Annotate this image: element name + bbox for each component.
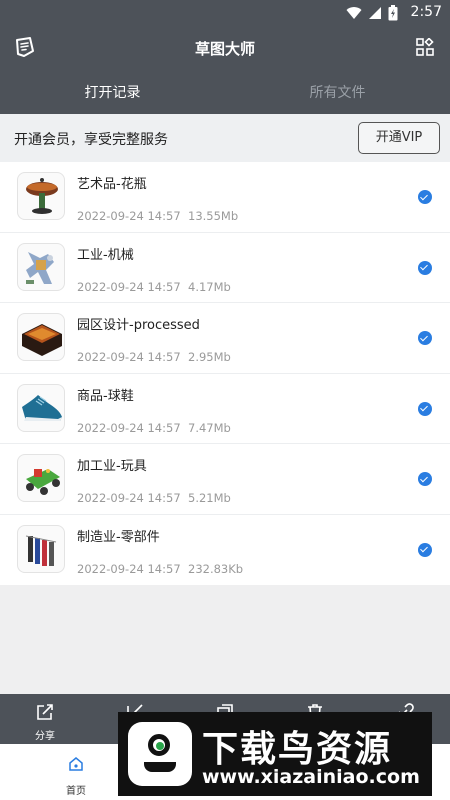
home-icon	[69, 757, 83, 771]
file-size: 2.95Mb	[188, 350, 231, 364]
file-list: 艺术品-花瓶 2022-09-24 14:57 13.55Mb 工业-机械 20…	[0, 162, 450, 585]
share-label: 分享	[35, 731, 55, 742]
grid-apps-icon[interactable]	[416, 37, 434, 60]
check-icon[interactable]	[418, 472, 432, 486]
vip-banner: 开通会员，享受完整服务 开通VIP	[0, 114, 450, 162]
check-icon[interactable]	[418, 542, 432, 557]
bird-logo-icon	[128, 722, 192, 786]
nav-home-label: 首页	[66, 786, 86, 797]
watermark-url: www.xiazainiao.com	[202, 766, 420, 788]
file-name: 制造业-零部件	[77, 529, 160, 545]
tab-open-records[interactable]: 打开记录	[0, 72, 225, 114]
file-date: 2022-09-24 14:57	[77, 561, 181, 576]
park-design-thumbnail	[17, 313, 65, 361]
toy-thumbnail	[17, 454, 65, 502]
check-icon[interactable]	[418, 401, 432, 416]
app-bar: 草图大师	[0, 26, 450, 72]
list-item[interactable]: 工业-机械 2022-09-24 14:57 4.17Mb	[0, 233, 450, 303]
share-icon	[37, 704, 53, 720]
watermark-overlay: 下载鸟资源 www.xiazainiao.com	[118, 712, 432, 796]
list-item[interactable]: 商品-球鞋 2022-09-24 14:57 7.47Mb	[0, 374, 450, 444]
file-size: 7.47Mb	[188, 420, 231, 435]
status-time: 2:57	[410, 4, 442, 20]
list-item[interactable]: 园区设计-processed 2022-09-24 14:57 2.95Mb	[0, 303, 450, 374]
vip-message: 开通会员，享受完整服务	[14, 132, 168, 148]
list-item[interactable]: 制造业-零部件 2022-09-24 14:57 232.83Kb	[0, 515, 450, 586]
app-title: 草图大师	[194, 40, 255, 58]
status-icons	[346, 5, 398, 21]
file-size: 5.21Mb	[188, 491, 231, 505]
file-size: 13.55Mb	[188, 209, 239, 223]
tab-all-files[interactable]: 所有文件	[225, 72, 450, 114]
wifi-icon	[346, 7, 362, 20]
file-date: 2022-09-24 14:57	[77, 491, 181, 505]
open-vip-button[interactable]: 开通VIP	[358, 122, 440, 154]
check-icon[interactable]	[418, 190, 432, 204]
file-date: 2022-09-24 14:57	[77, 279, 181, 294]
nav-home[interactable]: 首页	[46, 752, 106, 797]
battery-charging-icon	[388, 5, 398, 21]
watermark-title: 下载鸟资源	[202, 729, 393, 770]
file-name: 加工业-玩具	[77, 459, 147, 474]
file-name: 艺术品-花瓶	[77, 177, 147, 192]
sneaker-thumbnail	[17, 383, 65, 432]
machine-thumbnail	[17, 242, 65, 291]
check-icon[interactable]	[418, 260, 432, 275]
status-bar: 2:57	[0, 0, 450, 26]
tab-bar: 打开记录 所有文件	[0, 72, 450, 114]
file-date: 2022-09-24 14:57	[77, 209, 181, 223]
share-button[interactable]: 分享	[15, 694, 75, 744]
signal-icon	[369, 7, 381, 19]
list-item[interactable]: 加工业-玩具 2022-09-24 14:57 5.21Mb	[0, 444, 450, 515]
file-size: 232.83Kb	[188, 561, 244, 576]
file-date: 2022-09-24 14:57	[77, 420, 181, 435]
file-name: 工业-机械	[77, 247, 134, 263]
parts-thumbnail	[17, 524, 65, 573]
file-size: 4.17Mb	[188, 279, 231, 294]
check-icon[interactable]	[418, 331, 432, 345]
list-item[interactable]: 艺术品-花瓶 2022-09-24 14:57 13.55Mb	[0, 162, 450, 233]
file-date: 2022-09-24 14:57	[77, 350, 181, 364]
lamp-vase-thumbnail	[17, 172, 65, 220]
file-name: 商品-球鞋	[77, 388, 134, 404]
file-name: 园区设计-processed	[77, 318, 200, 333]
